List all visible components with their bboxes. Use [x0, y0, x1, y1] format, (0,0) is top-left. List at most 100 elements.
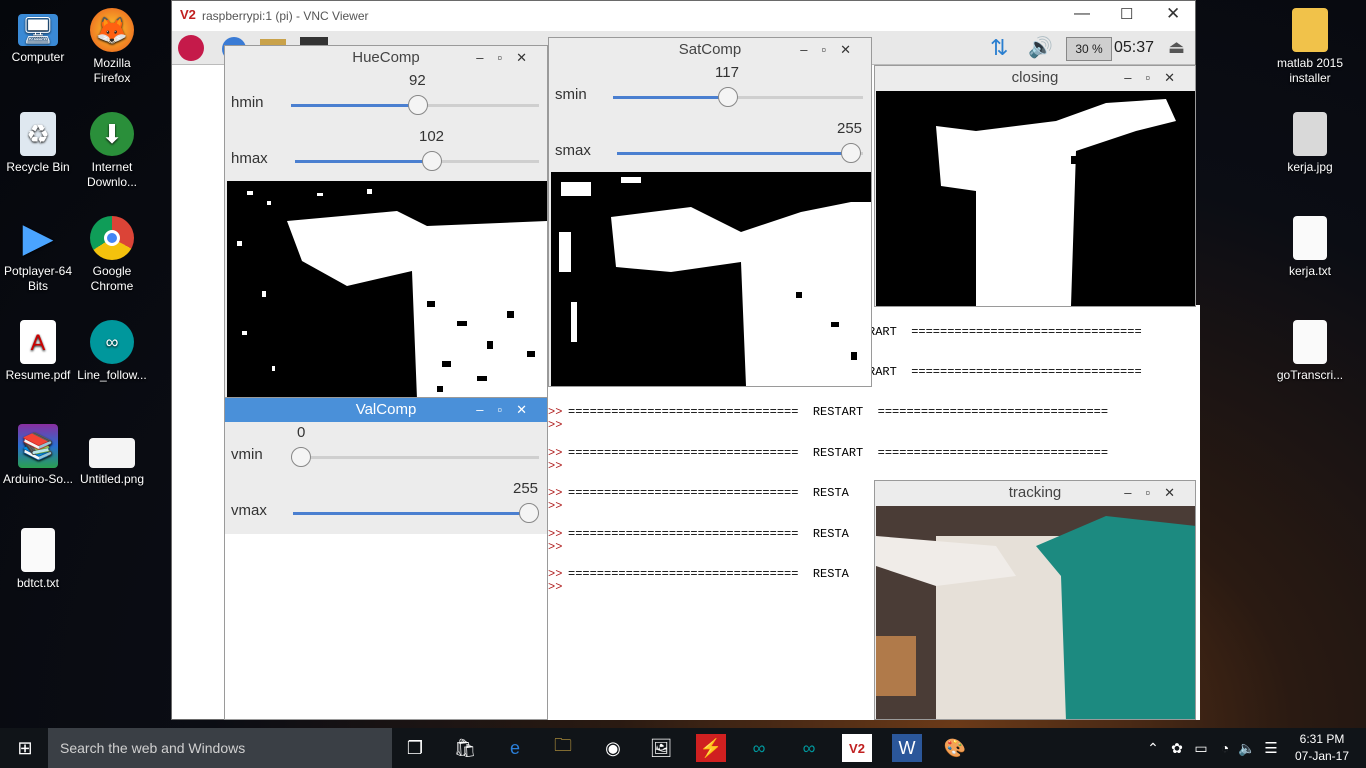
eject-icon[interactable]: ⏏ [1168, 37, 1185, 58]
image-icon [1293, 112, 1327, 156]
smax-slider[interactable]: smax 255 [549, 118, 871, 174]
task-view-icon[interactable]: ❐ [400, 734, 430, 762]
tracking-window: tracking –▫✕ [874, 480, 1196, 720]
huecomp-window: HueComp –▫✕ hmin 92 hmax 102 [224, 45, 548, 400]
desktop-icon-recycle-bin[interactable]: ♻ Recycle Bin [0, 112, 76, 175]
desktop-icon-kerja-jpg[interactable]: kerja.jpg [1272, 112, 1348, 175]
desktop-icon-gotranscri[interactable]: goTranscri... [1272, 320, 1348, 383]
recycle-bin-icon: ♻ [20, 112, 56, 156]
slider-value: 255 [837, 120, 863, 137]
slider-label: smin [555, 86, 587, 103]
text-file-icon [1293, 216, 1327, 260]
vnc-viewer-taskbar-icon[interactable]: V2 [842, 734, 872, 762]
desktop-icon-label: Potplayer-64 Bits [3, 264, 73, 293]
slider-knob[interactable] [408, 95, 428, 115]
slider-label: smax [555, 142, 591, 159]
text-file-icon [21, 528, 55, 572]
clock-date[interactable]: 07-Jan-17 [1292, 749, 1352, 763]
window-title: tracking [1008, 484, 1062, 501]
arduino-taskbar-icon[interactable]: ∞ [744, 734, 774, 762]
close-button[interactable]: ✕ [1166, 4, 1180, 24]
search-placeholder: Search the web and Windows [60, 740, 246, 756]
slider-value: 255 [513, 480, 539, 497]
satcomp-window: SatComp –▫✕ smin 117 smax 255 [548, 37, 872, 387]
desktop-icon-potplayer[interactable]: ▶ Potplayer-64 Bits [0, 216, 76, 294]
computer-icon: 🖥 [18, 14, 58, 46]
desktop-icon-matlab[interactable]: matlab 2015 installer [1272, 8, 1348, 86]
desktop-icon-untitled[interactable]: Untitled.png [74, 424, 150, 487]
desktop-icon-label: Untitled.png [79, 472, 145, 486]
desktop-icon-label: Mozilla Firefox [93, 56, 131, 85]
chrome-icon [90, 216, 134, 260]
window-controls[interactable]: –▫✕ [476, 46, 541, 70]
desktop-icon-label: bdtct.txt [16, 576, 60, 590]
desktop-icon-label: goTranscri... [1276, 368, 1344, 382]
flash-app-icon[interactable]: ⚡ [696, 734, 726, 762]
slider-label: vmax [231, 502, 267, 519]
slider-value: 92 [409, 72, 426, 89]
file-explorer-icon[interactable]: 🗀 [548, 734, 578, 762]
cpu-usage-indicator: 30 % [1066, 37, 1112, 61]
window-controls[interactable]: –▫✕ [476, 398, 541, 422]
window-controls[interactable]: –▫✕ [1124, 66, 1189, 90]
raspberry-menu-icon[interactable] [178, 35, 204, 61]
slider-knob[interactable] [519, 503, 539, 523]
panel-clock: 05:37 [1114, 39, 1155, 56]
desktop-icon-label: Line_follow... [77, 368, 147, 382]
window-controls[interactable]: –▫✕ [1124, 481, 1189, 505]
search-box[interactable]: Search the web and Windows [48, 728, 392, 768]
pdf-icon: A [20, 320, 56, 364]
desktop-icon-firefox[interactable]: 🦊 Mozilla Firefox [74, 8, 150, 86]
closing-mask-image [876, 91, 1195, 306]
sat-mask-image [551, 172, 871, 386]
tracking-camera-image [876, 506, 1195, 719]
desktop-icon-line-follow[interactable]: ∞ Line_follow... [74, 320, 150, 383]
arduino-taskbar-icon[interactable]: ∞ [794, 734, 824, 762]
vmax-slider[interactable]: vmax 255 [225, 478, 547, 534]
internet-download-manager-icon: ⬇ [90, 112, 134, 156]
window-title: ValComp [355, 401, 417, 418]
closing-titlebar: closing –▫✕ [875, 66, 1195, 90]
volume-icon[interactable]: 🔊 [1028, 35, 1053, 60]
word-icon[interactable]: W [892, 734, 922, 762]
potplayer-icon: ▶ [22, 215, 54, 260]
desktop-icon-kerja-txt[interactable]: kerja.txt [1272, 216, 1348, 279]
slider-knob[interactable] [718, 87, 738, 107]
vmin-slider[interactable]: vmin 0 [225, 422, 547, 478]
slider-value: 117 [715, 64, 739, 81]
network-icon[interactable]: ⇅ [990, 35, 1008, 61]
windows-start-icon[interactable]: ⊞ [10, 734, 40, 762]
photo-app-icon[interactable]: 🖼 [646, 734, 676, 762]
chrome-taskbar-icon[interactable]: ◉ [598, 734, 628, 762]
satcomp-titlebar: SatComp –▫✕ [549, 38, 871, 62]
vnc-title: raspberrypi:1 (pi) - VNC Viewer [202, 9, 369, 23]
smin-slider[interactable]: smin 117 [549, 62, 871, 118]
huecomp-titlebar: HueComp –▫✕ [225, 46, 547, 70]
store-icon[interactable]: 🛍 [450, 734, 480, 762]
desktop-icon-idm[interactable]: ⬇ Internet Downlo... [74, 112, 150, 190]
hmin-slider[interactable]: hmin 92 [225, 70, 547, 126]
slider-knob[interactable] [422, 151, 442, 171]
hue-mask-image [227, 181, 547, 399]
valcomp-window: ValComp –▫✕ vmin 0 vmax 255 [224, 397, 548, 720]
clock-time[interactable]: 6:31 PM [1292, 732, 1352, 746]
slider-knob[interactable] [841, 143, 861, 163]
desktop-icon-bdtct[interactable]: bdtct.txt [0, 528, 76, 591]
desktop-icon-resume[interactable]: A Resume.pdf [0, 320, 76, 383]
maximize-button[interactable]: ☐ [1120, 5, 1133, 23]
hmax-slider[interactable]: hmax 102 [225, 126, 547, 182]
slider-knob[interactable] [291, 447, 311, 467]
desktop-icon-label: Recycle Bin [6, 160, 70, 174]
notifications-icon[interactable]: ☰ [1256, 734, 1286, 762]
edge-icon[interactable]: e [500, 734, 530, 762]
paint-icon[interactable]: 🎨 [940, 734, 970, 762]
desktop-icon-label: matlab 2015 installer [1276, 56, 1344, 85]
desktop-icon-arduino-so[interactable]: 📚 Arduino-So... [0, 424, 76, 487]
arduino-icon: ∞ [90, 320, 134, 364]
desktop-icon-computer[interactable]: 🖥 Computer [0, 8, 76, 65]
desktop-icon-chrome[interactable]: Google Chrome [74, 216, 150, 294]
closing-window: closing –▫✕ [874, 65, 1196, 307]
window-controls[interactable]: –▫✕ [800, 38, 865, 62]
minimize-button[interactable]: — [1074, 5, 1090, 23]
slider-label: hmin [231, 94, 264, 111]
